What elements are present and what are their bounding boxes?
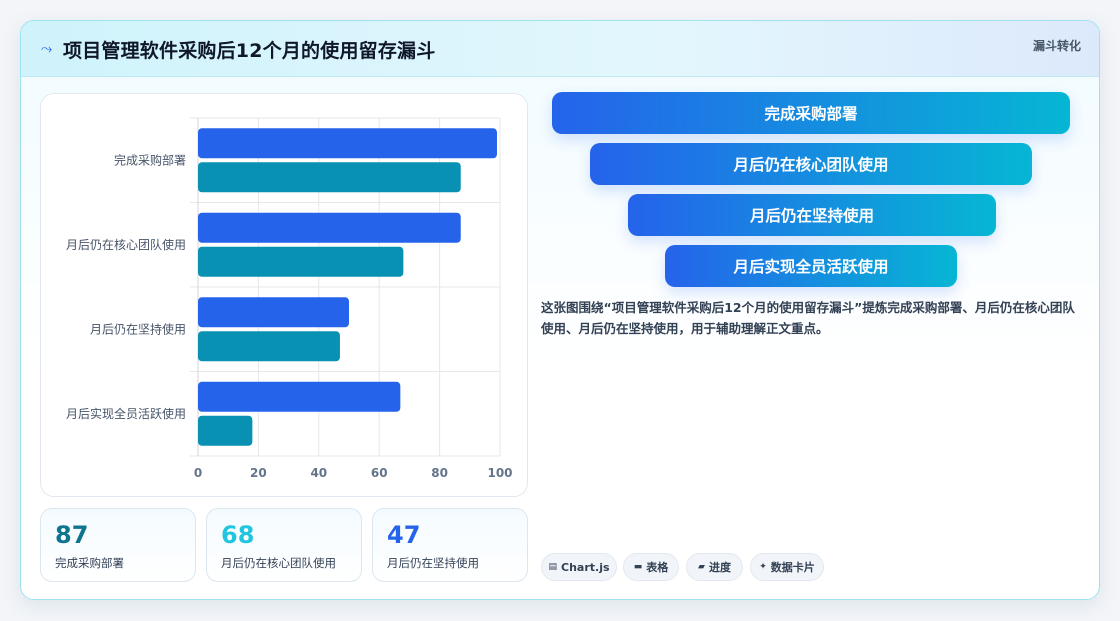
table-icon: ▬: [633, 562, 643, 572]
chart-icon: ▤: [548, 562, 557, 572]
chip-label: Chart.js: [561, 560, 610, 574]
stat-label: 月后仍在坚持使用: [387, 556, 479, 570]
progress-icon: ▰: [698, 562, 705, 572]
card-header: ⤳ 项目管理软件采购后12个月的使用留存漏斗 漏斗转化: [21, 21, 1099, 77]
bar-series-1: [198, 128, 497, 159]
x-tick-label: 80: [431, 466, 448, 480]
bar-series-2: [198, 162, 461, 193]
stat-label: 月后仍在核心团队使用: [221, 556, 336, 570]
category-label: 月后仍在坚持使用: [90, 321, 186, 336]
chip-label: 表格: [646, 561, 669, 574]
x-tick-label: 0: [194, 466, 202, 480]
bar-series-2: [198, 415, 253, 446]
bar-series-1: [198, 212, 461, 243]
page-title: 项目管理软件采购后12个月的使用留存漏斗: [63, 40, 436, 62]
stat-value: 68: [221, 521, 255, 549]
chart-description: 这张图围绕“项目管理软件采购后12个月的使用留存漏斗”提炼完成采购部署、月后仍在…: [541, 300, 1075, 336]
chip-label: 数据卡片: [770, 561, 815, 574]
stat-label: 完成采购部署: [55, 556, 124, 570]
chip-progress[interactable]: ▰ 进度: [686, 553, 743, 581]
category-label: 月后实现全员活跃使用: [66, 406, 186, 421]
funnel-step-4: 月后实现全员活跃使用: [665, 245, 957, 287]
x-tick-label: 100: [487, 466, 512, 480]
bar-series-2: [198, 331, 340, 362]
funnel-card: ⤳ 项目管理软件采购后12个月的使用留存漏斗 漏斗转化 0 20 40 60 80 100…: [20, 20, 1100, 600]
bar-series-2: [198, 246, 404, 277]
category-label: 完成采购部署: [114, 152, 186, 167]
chip-data-card[interactable]: ✦ 数据卡片: [750, 553, 824, 581]
stat-card-deployed: 87 完成采购部署: [40, 508, 196, 582]
sparkline-icon: ⤳: [41, 41, 53, 57]
bar-chart: 0 20 40 60 80 100 完成采购部署月后仍在核心团队使用月后仍在坚持使用月后实现…: [66, 117, 513, 480]
bar-series-1: [198, 381, 401, 412]
chip-label: 进度: [708, 561, 731, 574]
x-tick-label: 40: [310, 466, 327, 480]
stat-value: 47: [387, 521, 421, 549]
stat-card-persisting: 47 月后仍在坚持使用: [372, 508, 528, 582]
funnel-step-3: 月后仍在坚持使用: [628, 194, 996, 236]
chip-table[interactable]: ▬ 表格: [623, 553, 679, 581]
bar-series-1: [198, 297, 349, 328]
chip-chartjs[interactable]: ▤ Chart.js: [541, 553, 617, 581]
x-tick-label: 20: [250, 466, 267, 480]
category-badge: 漏斗转化: [1032, 39, 1081, 53]
card-icon: ✦: [759, 562, 767, 572]
x-tick-label: 60: [371, 466, 388, 480]
funnel-step-2: 月后仍在核心团队使用: [590, 143, 1032, 185]
bar-chart-panel: 0 20 40 60 80 100 完成采购部署月后仍在核心团队使用月后仍在坚持使用月后实现…: [40, 93, 528, 497]
funnel-step-1: 完成采购部署: [552, 92, 1070, 134]
category-label: 月后仍在核心团队使用: [66, 237, 186, 252]
stat-value: 87: [55, 521, 89, 549]
stat-card-core-team: 68 月后仍在核心团队使用: [206, 508, 362, 582]
